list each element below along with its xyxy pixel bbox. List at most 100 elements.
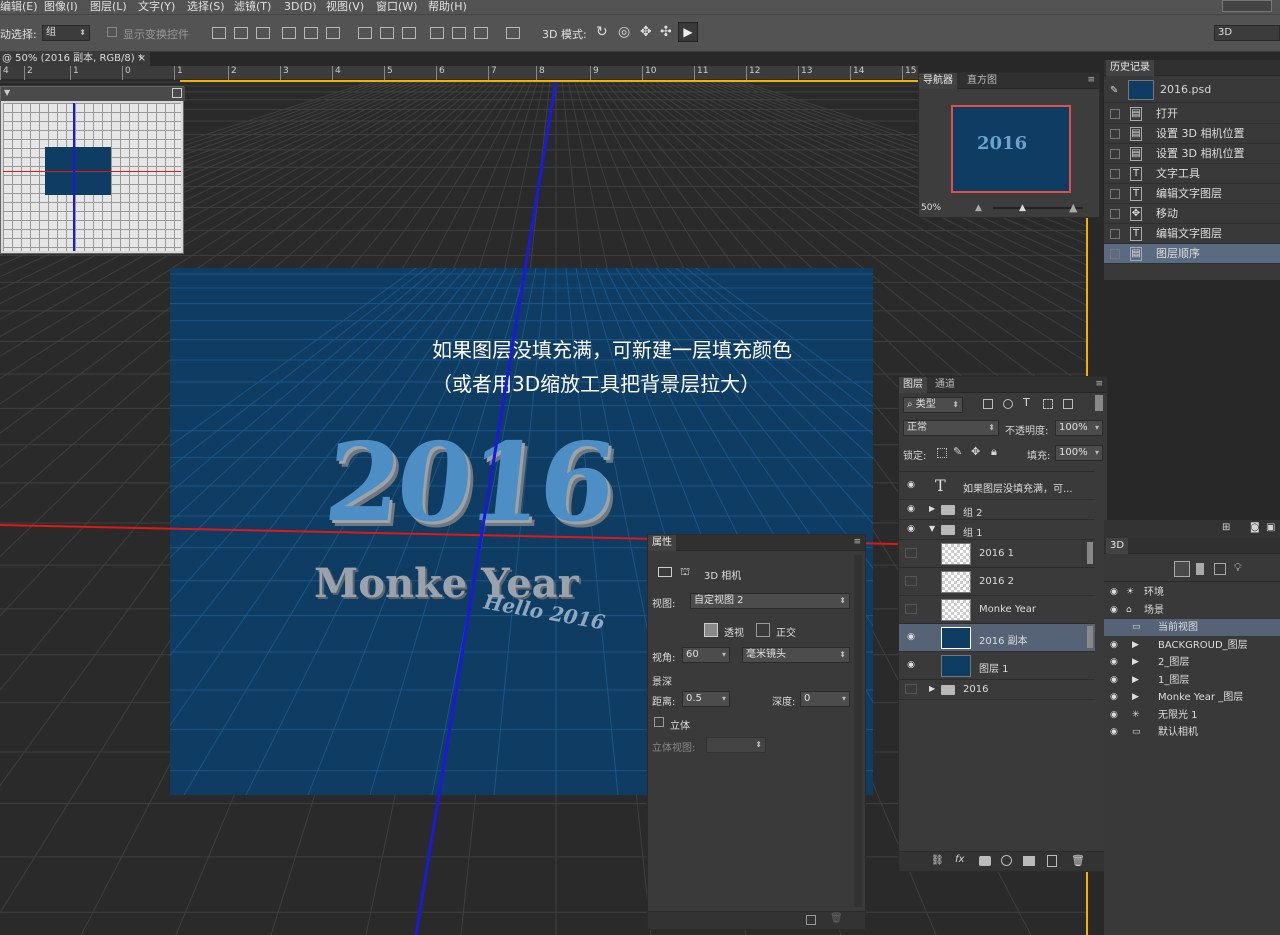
layer-row[interactable]: ◉ ▶ 组 2 bbox=[899, 500, 1095, 520]
collapse-icon[interactable]: ▼ bbox=[4, 88, 10, 97]
align-vcenter-icon[interactable] bbox=[234, 27, 248, 39]
layer-row[interactable]: 2016 1 bbox=[899, 540, 1095, 568]
history-item[interactable]: ▤ 图层顺序 bbox=[1104, 244, 1280, 264]
close-icon[interactable]: × bbox=[138, 52, 146, 66]
new-3d-layer-icon[interactable]: ⊞ bbox=[1222, 522, 1230, 533]
menu-window[interactable]: 窗口(W) bbox=[376, 0, 417, 14]
autoselect-dropdown[interactable]: 组 ⬍ bbox=[42, 25, 90, 41]
eye-icon[interactable]: ◉ bbox=[905, 480, 917, 490]
tab-layers[interactable]: 图层 bbox=[899, 377, 927, 393]
eye-icon[interactable]: ◉ bbox=[1110, 707, 1118, 724]
menu-type[interactable]: 文字(Y) bbox=[138, 0, 175, 14]
tab-history[interactable]: 历史记录 bbox=[1106, 60, 1154, 76]
pan-3d-icon[interactable]: ✥ bbox=[640, 24, 652, 40]
stereo-view-dropdown[interactable]: ⬍ bbox=[706, 737, 766, 753]
layer-row[interactable]: ◉ ▼ 组 1 bbox=[899, 520, 1095, 540]
horizontal-ruler[interactable]: 4 2 1 0 1 2 3 4 5 6 7 8 9 10 11 12 13 14 15 bbox=[0, 66, 918, 80]
blend-mode-dropdown[interactable]: 正常 ⬍ bbox=[903, 420, 999, 436]
history-source-checkbox[interactable] bbox=[1110, 189, 1120, 199]
reset-icon[interactable] bbox=[806, 915, 816, 925]
menu-image[interactable]: 图像(I) bbox=[44, 0, 78, 14]
render-icon[interactable]: ▣ bbox=[1266, 522, 1275, 533]
distribute-hcenter-icon[interactable] bbox=[452, 27, 466, 39]
layer-row[interactable]: ◉ T 如果图层没填充满，可... bbox=[899, 472, 1095, 500]
distribute-bottom-icon[interactable] bbox=[402, 27, 416, 39]
eye-icon[interactable]: ◉ bbox=[905, 504, 917, 514]
chevron-right-icon[interactable]: ▶ bbox=[929, 684, 935, 693]
new-group-icon[interactable] bbox=[1023, 856, 1035, 866]
hidden-eye-box[interactable] bbox=[905, 684, 917, 694]
layer-row[interactable]: ▶ 2016 bbox=[899, 680, 1095, 700]
3d-tree-item[interactable]: ▭ 当前视图 bbox=[1104, 619, 1280, 636]
depth-input[interactable]: 0 ▾ bbox=[800, 691, 850, 707]
eye-icon[interactable]: ◉ bbox=[1110, 602, 1118, 619]
history-source-checkbox[interactable] bbox=[1110, 169, 1120, 179]
eye-icon[interactable]: ◉ bbox=[905, 660, 917, 670]
menu-select[interactable]: 选择(S) bbox=[187, 0, 225, 14]
properties-scrollbar[interactable] bbox=[854, 555, 862, 907]
transform-checkbox[interactable] bbox=[107, 27, 117, 37]
panel-menu-icon[interactable]: ≡ bbox=[1095, 379, 1103, 389]
eye-icon[interactable]: ◉ bbox=[1110, 654, 1118, 671]
filter-adjust-icon[interactable] bbox=[1003, 399, 1013, 409]
orbit-3d-icon[interactable]: ↻ bbox=[596, 24, 608, 40]
history-snapshot[interactable]: ✎ 2016.psd bbox=[1104, 77, 1280, 103]
history-source-checkbox[interactable] bbox=[1110, 149, 1120, 159]
align-right-icon[interactable] bbox=[326, 27, 340, 39]
materials-icon[interactable] bbox=[1214, 563, 1226, 575]
history-item[interactable]: ✥ 移动 bbox=[1104, 204, 1280, 224]
delete-layer-icon[interactable]: 🗑︎ bbox=[1071, 854, 1085, 867]
align-bottom-icon[interactable] bbox=[256, 27, 270, 39]
panel-menu-icon[interactable]: ≡ bbox=[853, 537, 861, 547]
view-options-icon[interactable] bbox=[172, 88, 182, 98]
zoom-slider-thumb[interactable]: ▲ bbox=[1019, 203, 1026, 213]
brush-source-icon[interactable]: ✎ bbox=[1110, 85, 1118, 96]
menu-view[interactable]: 视图(V) bbox=[326, 0, 364, 14]
history-source-checkbox[interactable] bbox=[1110, 109, 1120, 119]
lock-pixels-icon[interactable]: ✎ bbox=[953, 445, 962, 458]
history-item[interactable]: T 文字工具 bbox=[1104, 164, 1280, 184]
eye-icon[interactable]: ◉ bbox=[905, 524, 917, 534]
zoom-out-icon[interactable]: ▲ bbox=[975, 203, 982, 213]
menu-layer[interactable]: 图层(L) bbox=[90, 0, 127, 14]
distribute-left-icon[interactable] bbox=[430, 27, 444, 39]
perspective-label[interactable]: 透视 bbox=[724, 624, 744, 639]
history-source-checkbox[interactable] bbox=[1110, 229, 1120, 239]
lock-transparent-icon[interactable] bbox=[937, 448, 947, 458]
distribute-right-icon[interactable] bbox=[474, 27, 488, 39]
stereo-checkbox[interactable] bbox=[654, 717, 664, 727]
meshes-icon[interactable] bbox=[1196, 563, 1204, 575]
align-left-icon[interactable] bbox=[282, 27, 296, 39]
lights-icon[interactable]: 💡︎ bbox=[1234, 561, 1242, 575]
history-item[interactable]: T 编辑文字图层 bbox=[1104, 184, 1280, 204]
3d-tree-item[interactable]: ◉ ✳ 无限光 1 bbox=[1104, 707, 1280, 724]
new-layer-icon[interactable] bbox=[1047, 855, 1057, 867]
history-item[interactable]: ▤ 设置 3D 相机位置 bbox=[1104, 144, 1280, 164]
eye-icon[interactable]: ◉ bbox=[1110, 724, 1118, 741]
align-hcenter-icon[interactable] bbox=[304, 27, 318, 39]
menu-filter[interactable]: 滤镜(T) bbox=[234, 0, 271, 14]
window-control[interactable] bbox=[1222, 0, 1272, 12]
link-icon[interactable]: ⛓︎ bbox=[931, 855, 944, 866]
history-item[interactable]: T 编辑文字图层 bbox=[1104, 224, 1280, 244]
hidden-eye-box[interactable] bbox=[905, 604, 917, 614]
tab-navigator[interactable]: 导航器 bbox=[919, 73, 957, 89]
tab-histogram[interactable]: 直方图 bbox=[963, 73, 1001, 89]
3d-tree-item[interactable]: ◉ ▶ 2_图层 bbox=[1104, 654, 1280, 671]
layer-row[interactable]: ◉ 图层 1 bbox=[899, 652, 1095, 680]
secondary-view[interactable]: ▼ bbox=[0, 86, 185, 254]
3d-tree-item[interactable]: ◉ ▶ 1_图层 bbox=[1104, 672, 1280, 689]
3d-tree-item[interactable]: ◉ ☀ 环境 bbox=[1104, 584, 1280, 601]
history-source-checkbox[interactable] bbox=[1110, 209, 1120, 219]
hidden-eye-box[interactable] bbox=[905, 576, 917, 586]
3d-tree-item[interactable]: ◉ ▶ Monke Year _图层 bbox=[1104, 689, 1280, 706]
tab-properties[interactable]: 属性 bbox=[648, 535, 676, 551]
auto-align-icon[interactable] bbox=[506, 27, 520, 39]
fov-input[interactable]: 60 ▾ bbox=[682, 647, 730, 663]
lock-position-icon[interactable]: ✥ bbox=[971, 445, 980, 458]
history-source-checkbox[interactable] bbox=[1110, 249, 1120, 259]
perspective-icon[interactable] bbox=[704, 623, 718, 637]
filter-toggle[interactable] bbox=[1095, 395, 1103, 411]
lens-dropdown[interactable]: 毫米镜头 ⬍ bbox=[742, 647, 850, 663]
fill-input[interactable]: 100% ▾ bbox=[1055, 445, 1103, 461]
